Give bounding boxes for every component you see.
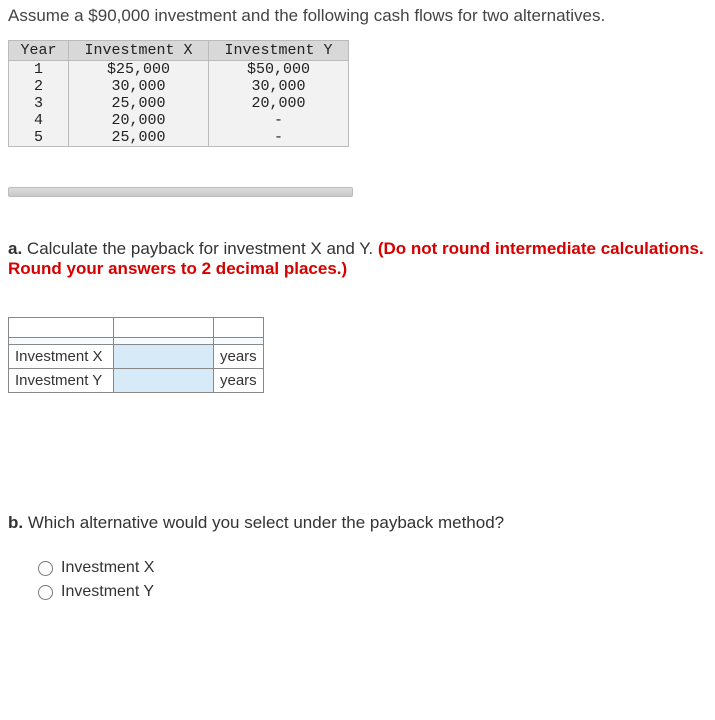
cell-y: $50,000 <box>209 61 349 79</box>
cashflow-table: Year Investment X Investment Y 1 $25,000… <box>8 40 349 147</box>
cell-x: 30,000 <box>69 78 209 95</box>
table-row: 3 25,000 20,000 <box>9 95 349 112</box>
part-b-prompt: b. Which alternative would you select un… <box>8 513 707 533</box>
cell-x: $25,000 <box>69 61 209 79</box>
part-b-text: Which alternative would you select under… <box>23 513 504 532</box>
answer-input-y[interactable] <box>114 369 213 392</box>
cell-y: - <box>209 129 349 147</box>
radio-label-y: Investment Y <box>61 583 154 601</box>
table-row: 5 25,000 - <box>9 129 349 147</box>
intro-text: Assume a $90,000 investment and the foll… <box>8 6 707 26</box>
part-a-label: a. <box>8 239 22 258</box>
cell-y: 20,000 <box>209 95 349 112</box>
cell-year: 4 <box>9 112 69 129</box>
cell-x: 20,000 <box>69 112 209 129</box>
answer-header-row <box>9 318 264 338</box>
radio-input-x[interactable] <box>38 561 53 576</box>
answer-unit-x: years <box>214 345 264 369</box>
header-investment-y: Investment Y <box>209 41 349 61</box>
radio-input-y[interactable] <box>38 585 53 600</box>
answer-spacer-row <box>9 338 264 345</box>
cell-year: 1 <box>9 61 69 79</box>
header-investment-x: Investment X <box>69 41 209 61</box>
part-a-prompt: a. Calculate the payback for investment … <box>8 239 707 279</box>
radio-group: Investment X Investment Y <box>38 559 707 601</box>
cell-y: - <box>209 112 349 129</box>
answer-label-x: Investment X <box>9 345 114 369</box>
radio-option-y[interactable]: Investment Y <box>38 583 707 601</box>
header-year: Year <box>9 41 69 61</box>
radio-option-x[interactable]: Investment X <box>38 559 707 577</box>
cell-year: 2 <box>9 78 69 95</box>
answer-row-y: Investment Y years <box>9 369 264 393</box>
answer-table: Investment X years Investment Y years <box>8 317 264 393</box>
answer-unit-y: years <box>214 369 264 393</box>
answer-row-x: Investment X years <box>9 345 264 369</box>
cell-x: 25,000 <box>69 129 209 147</box>
answer-input-x[interactable] <box>114 345 213 368</box>
table-row: 2 30,000 30,000 <box>9 78 349 95</box>
cell-y: 30,000 <box>209 78 349 95</box>
cell-year: 3 <box>9 95 69 112</box>
table-row: 4 20,000 - <box>9 112 349 129</box>
scrollbar-horizontal[interactable] <box>8 187 353 197</box>
radio-label-x: Investment X <box>61 559 154 577</box>
cell-year: 5 <box>9 129 69 147</box>
part-a-text: Calculate the payback for investment X a… <box>22 239 378 258</box>
part-b-label: b. <box>8 513 23 532</box>
table-row: 1 $25,000 $50,000 <box>9 61 349 79</box>
cell-x: 25,000 <box>69 95 209 112</box>
answer-label-y: Investment Y <box>9 369 114 393</box>
